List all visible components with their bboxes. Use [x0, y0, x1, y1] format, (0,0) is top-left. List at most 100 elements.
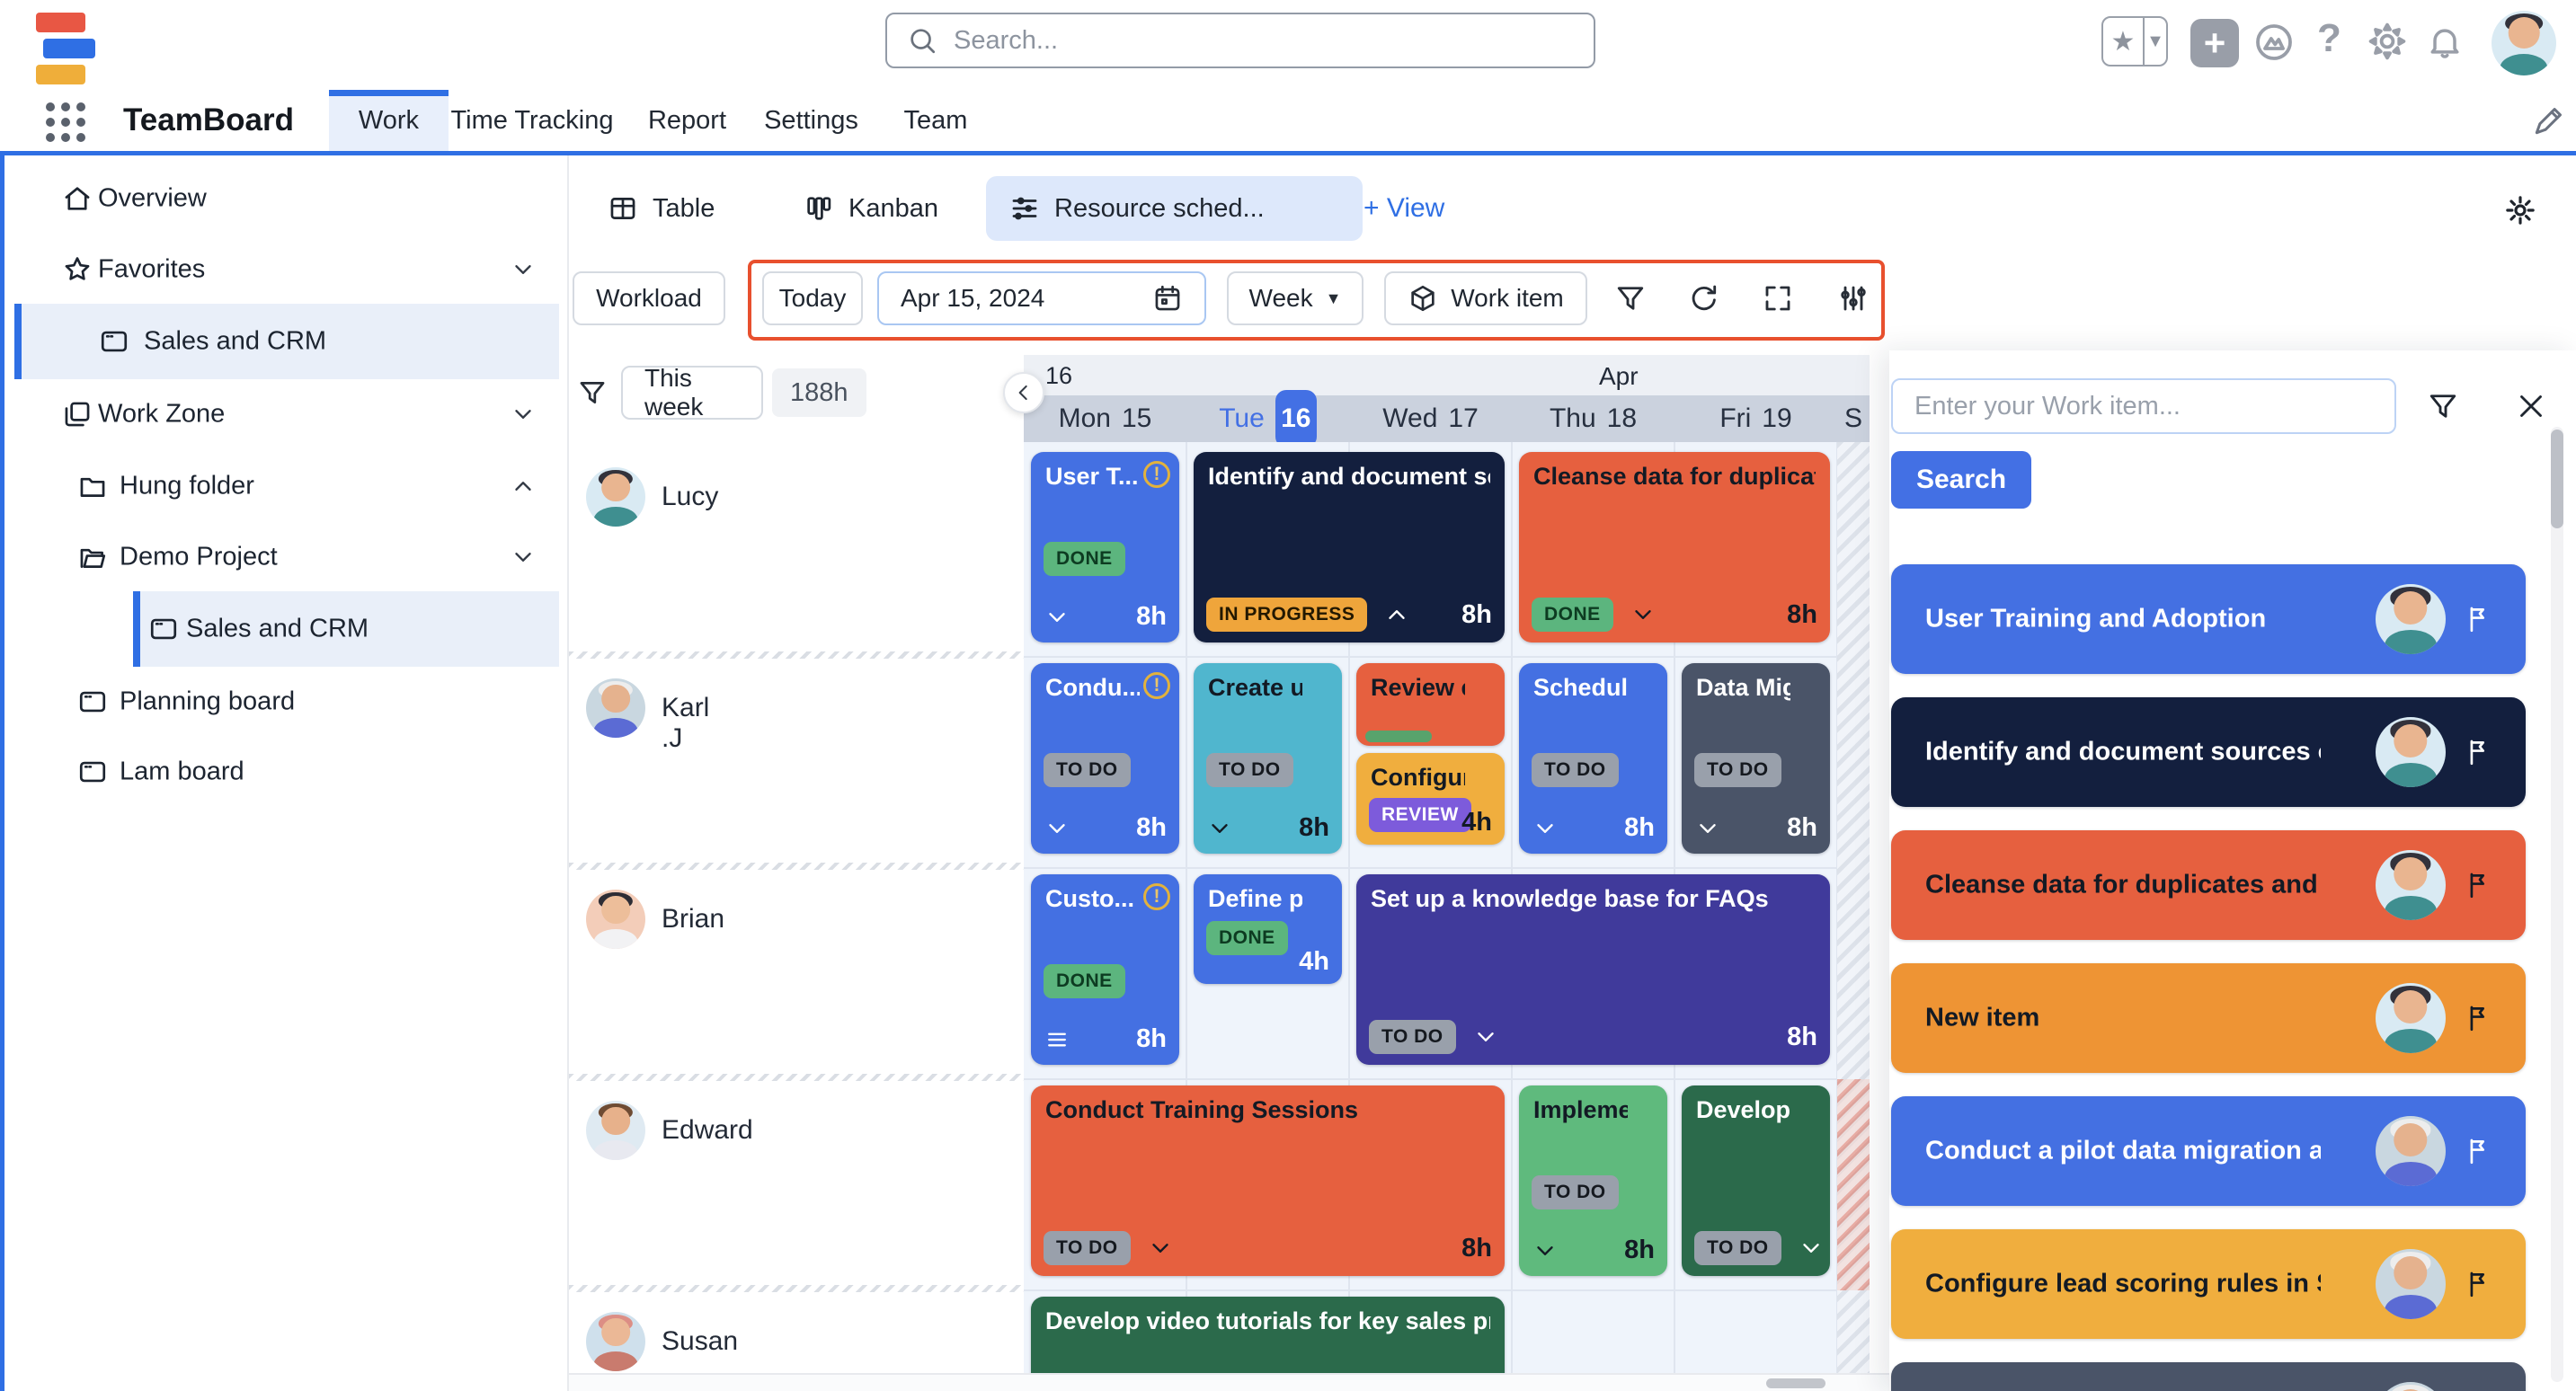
global-search-input[interactable] [952, 25, 1574, 57]
panel-close-icon[interactable] [2515, 390, 2547, 422]
task-card[interactable]: Define proj...DONE4h [1194, 874, 1342, 984]
nav-item-settings[interactable]: Settings [748, 90, 875, 151]
accent-left-border [0, 155, 4, 1391]
chevron-down-icon[interactable] [510, 544, 537, 571]
tab-kanban[interactable]: Kanban [780, 176, 993, 241]
panel-work-item[interactable] [1891, 1362, 2526, 1391]
fullscreen-icon-button[interactable] [1751, 271, 1805, 325]
tab-resource-sched-[interactable]: Resource sched... [986, 176, 1363, 241]
panel-scrollbar-thumb[interactable] [2551, 430, 2563, 528]
help-icon[interactable]: ? [2317, 16, 2341, 61]
favorite-split-button[interactable]: ★ ▼ [2101, 16, 2168, 66]
panel-work-item[interactable]: New item [1891, 963, 2526, 1073]
chevron-down-icon[interactable] [1798, 1235, 1825, 1262]
today-button[interactable]: Today [762, 271, 863, 325]
task-card[interactable]: User T...!DONE8h [1031, 452, 1179, 642]
panel-filter-icon[interactable] [2427, 390, 2459, 422]
product-peak-icon[interactable] [2252, 21, 2296, 64]
task-card[interactable]: Review exi... [1356, 663, 1505, 746]
task-card[interactable]: Set up a knowledge base for FAQsTO DO8h [1356, 874, 1830, 1065]
notifications-bell-icon[interactable] [2425, 22, 2465, 61]
sidebar-item-work-zone[interactable]: Work Zone [4, 377, 569, 452]
task-card[interactable]: Condu...!TO DO8h [1031, 663, 1179, 854]
task-card[interactable]: Implement ...TO DO8h [1519, 1085, 1667, 1276]
flag-icon[interactable] [2463, 1136, 2493, 1166]
work-item-search-input[interactable] [1891, 378, 2396, 434]
menu-icon[interactable] [1044, 1026, 1070, 1053]
sidebar-item-sales-and-crm[interactable]: Sales and CRM [133, 591, 559, 667]
task-title: Configure l... [1371, 764, 1465, 792]
chevron-down-icon[interactable] [1630, 601, 1657, 628]
panel-work-item[interactable]: Identify and document sources of exi... [1891, 697, 2526, 807]
panel-search-button[interactable]: Search [1891, 451, 2031, 509]
sidebar: OverviewFavoritesSales and CRMWork ZoneH… [4, 155, 569, 1391]
panel-work-item[interactable]: Conduct a pilot data migration and va... [1891, 1096, 2526, 1206]
flag-icon[interactable] [2463, 1269, 2493, 1299]
task-card[interactable]: Schedule r...TO DO8h [1519, 663, 1667, 854]
flag-icon[interactable] [2463, 737, 2493, 767]
panel-work-item[interactable]: User Training and Adoption [1891, 564, 2526, 674]
chevron-down-icon[interactable] [510, 256, 537, 283]
chevron-down-icon[interactable] [1147, 1235, 1174, 1262]
sidebar-item-demo-project[interactable]: Demo Project [4, 519, 569, 595]
apps-grid-icon[interactable] [46, 102, 85, 142]
sync-icon-button[interactable] [1677, 271, 1731, 325]
task-card[interactable]: Cleanse data for duplicate...DONE8h [1519, 452, 1830, 642]
chevron-down-icon[interactable] [510, 401, 537, 428]
chevron-down-icon[interactable] [1532, 1237, 1559, 1264]
range-select[interactable]: Week ▼ [1227, 271, 1364, 325]
chevron-down-icon[interactable] [1044, 815, 1070, 842]
horizontal-scrollbar[interactable] [569, 1373, 1889, 1391]
chevron-down-icon[interactable] [1532, 815, 1559, 842]
sidebar-item-sales-and-crm[interactable]: Sales and CRM [14, 304, 559, 379]
week-filter-button[interactable]: This week [621, 366, 763, 420]
nav-item-time-tracking[interactable]: Time Tracking [440, 90, 625, 151]
display-settings-icon-button[interactable] [1826, 271, 1880, 325]
task-card[interactable]: Conduct Training SessionsTO DO8h [1031, 1085, 1505, 1276]
edit-pencil-icon[interactable] [2531, 104, 2565, 138]
flag-icon[interactable] [2463, 1003, 2493, 1033]
task-card[interactable]: Identify and document sou...IN PROGRESS8… [1194, 452, 1505, 642]
panel-work-item[interactable]: Cleanse data for duplicates and inacc... [1891, 830, 2526, 940]
view-settings-gear-icon[interactable] [2502, 192, 2538, 228]
status-badge: TO DO [1694, 753, 1781, 787]
flag-icon[interactable] [2463, 604, 2493, 634]
sidebar-item-hung-folder[interactable]: Hung folder [4, 448, 569, 524]
add-view-button[interactable]: + View [1364, 176, 1444, 241]
create-button[interactable]: + [2190, 19, 2239, 67]
panel-scrollbar-track[interactable] [2551, 427, 2563, 1382]
task-card[interactable]: Create use...TO DO8h [1194, 663, 1342, 854]
schedule-filter-icon[interactable] [577, 377, 608, 408]
sidebar-item-overview[interactable]: Overview [4, 161, 569, 236]
task-card[interactable]: Custo...!DONE8h [1031, 874, 1179, 1065]
task-title: Data Migra... [1696, 674, 1790, 702]
task-card[interactable]: Develop migratioTO DO [1682, 1085, 1830, 1276]
sidebar-item-favorites[interactable]: Favorites [4, 232, 569, 307]
filter-icon-button[interactable] [1603, 271, 1657, 325]
resource-name: Karl .J [662, 693, 709, 754]
chevron-up-icon[interactable] [510, 473, 537, 500]
chevron-down-icon[interactable] [1472, 1023, 1499, 1050]
sidebar-item-planning-board[interactable]: Planning board [4, 664, 569, 740]
task-card[interactable]: Configure l...REVIEW4h [1356, 753, 1505, 845]
nav-item-work[interactable]: Work [329, 90, 449, 151]
chevron-down-icon[interactable] [1206, 815, 1233, 842]
chevron-down-icon[interactable] [1694, 815, 1721, 842]
chevron-down-icon[interactable] [1044, 604, 1070, 631]
chevron-up-icon[interactable] [1383, 601, 1410, 628]
tab-table[interactable]: Table [584, 176, 775, 241]
global-search[interactable] [885, 13, 1595, 68]
user-avatar[interactable] [2492, 11, 2556, 80]
workload-button[interactable]: Workload [573, 271, 725, 325]
task-card[interactable]: Data Migra...TO DO8h [1682, 663, 1830, 854]
hscroll-thumb[interactable] [1766, 1378, 1825, 1388]
sidebar-item-lam-board[interactable]: Lam board [4, 734, 569, 810]
flag-icon[interactable] [2463, 870, 2493, 900]
work-item-button[interactable]: Work item [1384, 271, 1587, 325]
nav-item-report[interactable]: Report [636, 90, 738, 151]
settings-gear-icon[interactable] [2366, 20, 2409, 63]
nav-item-team[interactable]: Team [886, 90, 985, 151]
date-picker[interactable]: Apr 15, 2024 [877, 271, 1206, 325]
panel-work-item[interactable]: Configure lead scoring rules in Salesf..… [1891, 1229, 2526, 1339]
collapse-names-button[interactable] [1003, 372, 1044, 413]
